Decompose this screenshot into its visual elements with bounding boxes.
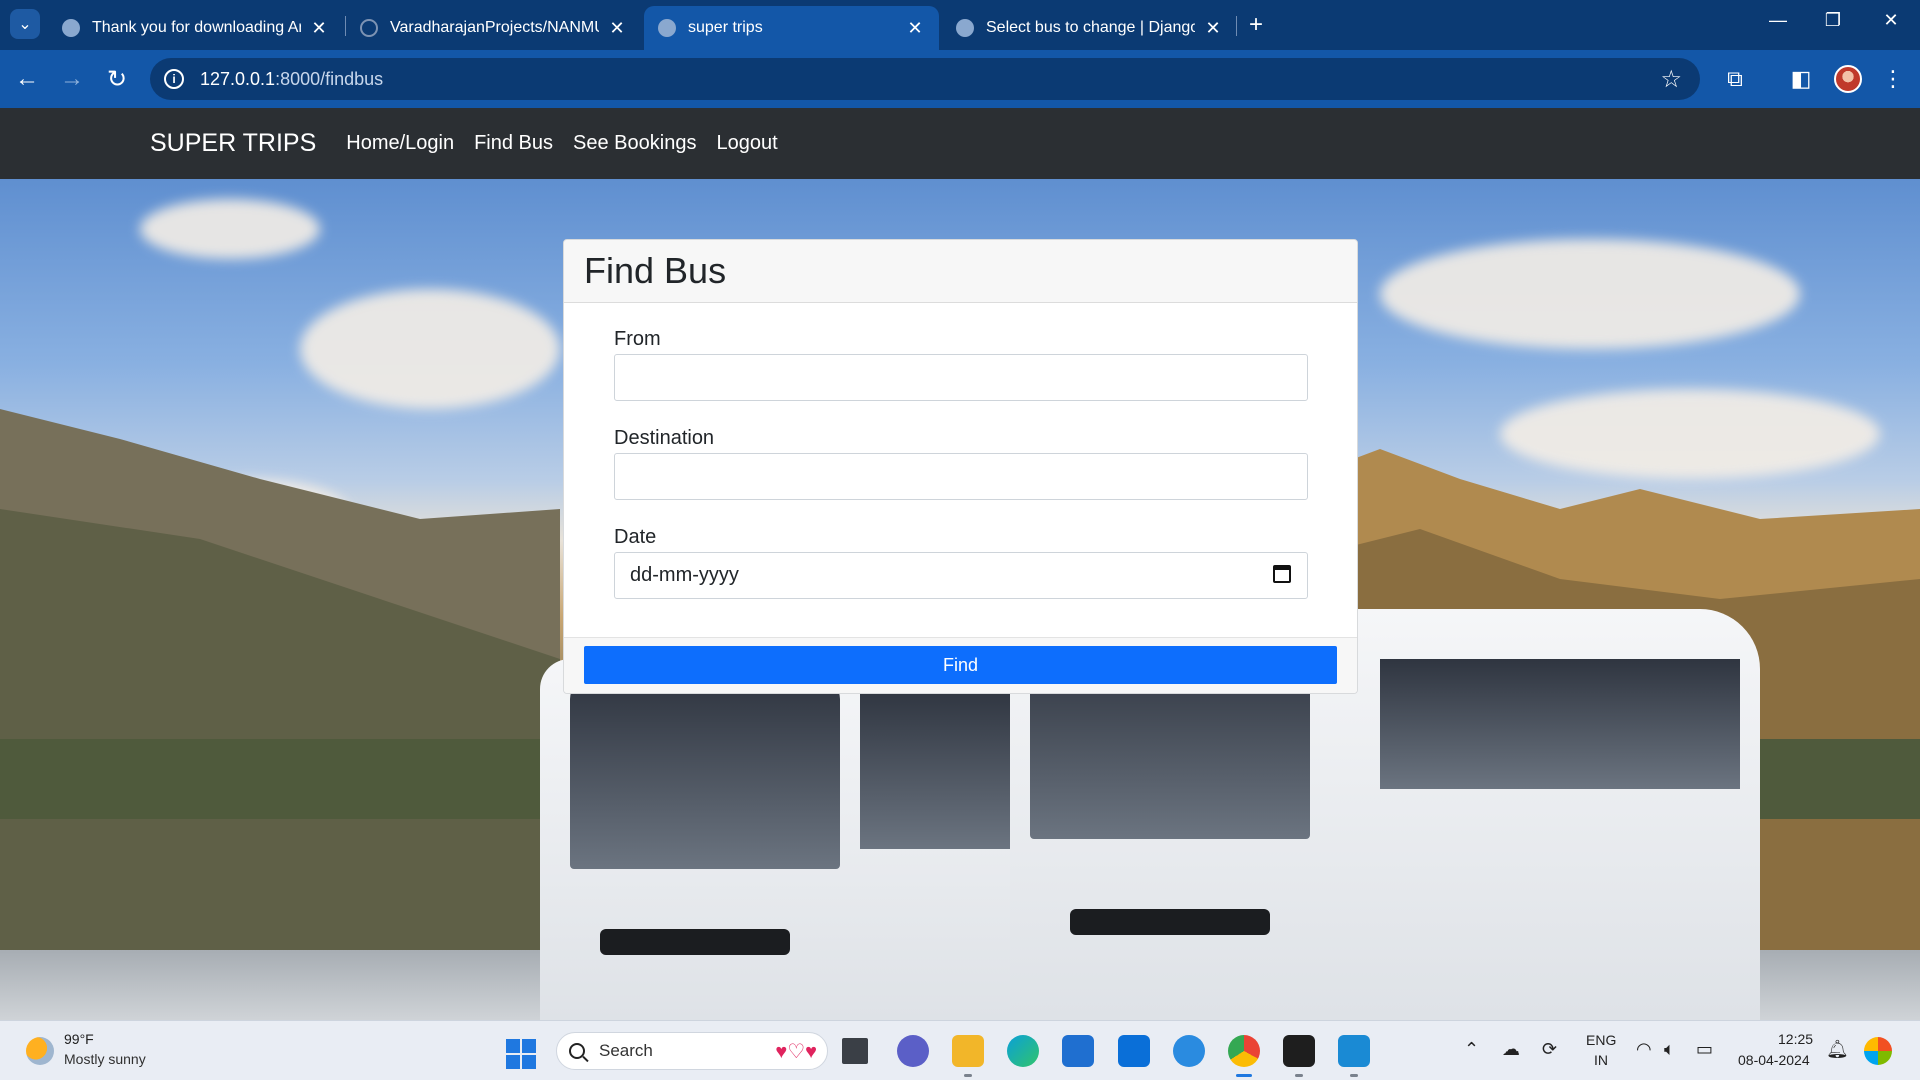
- nav-link-find-bus[interactable]: Find Bus: [474, 132, 553, 155]
- github-icon: [360, 19, 378, 37]
- site-brand[interactable]: SUPER TRIPS: [150, 129, 316, 158]
- find-bus-form: Find Bus From Destination Date dd-mm-yyy…: [563, 239, 1358, 694]
- notification-bell-icon[interactable]: 🔔︎: [1826, 1039, 1849, 1060]
- url-text: 127.0.0.1:8000/findbus: [200, 69, 383, 90]
- card-footer: Find: [564, 637, 1357, 693]
- battery-icon[interactable]: ▭: [1696, 1039, 1713, 1060]
- tray-overflow-chevron-icon[interactable]: ⌃: [1464, 1039, 1479, 1060]
- site-info-icon[interactable]: i: [164, 69, 184, 89]
- minimize-icon[interactable]: —: [1758, 10, 1798, 31]
- side-panel-icon[interactable]: ◧: [1786, 64, 1816, 94]
- taskbar-search[interactable]: Search ♥♡♥: [556, 1032, 828, 1070]
- clock-time[interactable]: 12:25: [1778, 1031, 1813, 1047]
- nav-link-logout[interactable]: Logout: [716, 132, 777, 155]
- find-button[interactable]: Find: [584, 646, 1337, 684]
- globe-icon: [62, 19, 80, 37]
- tab-divider: [1236, 16, 1237, 36]
- myhp-icon[interactable]: [1118, 1035, 1150, 1067]
- language-indicator[interactable]: ENG: [1586, 1032, 1616, 1048]
- close-icon[interactable]: ✕: [1203, 18, 1223, 39]
- browser-tab-4[interactable]: Select bus to change | Django s ✕: [942, 6, 1237, 50]
- bus-grill: [600, 929, 790, 955]
- address-bar[interactable]: i 127.0.0.1:8000/findbus ☆: [150, 58, 1700, 100]
- new-tab-plus-icon[interactable]: +: [1242, 11, 1270, 39]
- onedrive-cloud-icon[interactable]: ☁: [1502, 1039, 1520, 1060]
- date-input[interactable]: dd-mm-yyyy: [614, 552, 1308, 599]
- bus-image-left: [540, 659, 1060, 1020]
- destination-label: Destination: [614, 427, 715, 449]
- search-label: Search: [599, 1041, 653, 1060]
- copilot-icon[interactable]: [1864, 1037, 1892, 1065]
- teams-chat-icon[interactable]: [897, 1035, 929, 1067]
- date-placeholder: dd-mm-yyyy: [630, 564, 739, 586]
- close-icon[interactable]: ✕: [607, 18, 627, 39]
- from-input[interactable]: [614, 354, 1308, 401]
- url-path: :8000/findbus: [275, 68, 384, 89]
- browser-tab-strip: ⌄ Thank you for downloading Any ✕ Varadh…: [0, 0, 1920, 50]
- from-label: From: [614, 328, 661, 350]
- volume-icon[interactable]: 🔈︎: [1664, 1039, 1675, 1060]
- tab-title: super trips: [688, 19, 763, 36]
- running-indicator: [1350, 1074, 1358, 1077]
- wifi-icon[interactable]: ◠: [1636, 1039, 1652, 1060]
- site-navbar: SUPER TRIPS Home/Login Find Bus See Book…: [0, 108, 1920, 179]
- search-icon: [569, 1043, 585, 1059]
- extensions-icon[interactable]: ⧉: [1720, 64, 1750, 94]
- clock-date[interactable]: 08-04-2024: [1738, 1052, 1810, 1068]
- restore-icon[interactable]: ❐: [1813, 10, 1853, 31]
- globe-icon: [956, 19, 974, 37]
- close-icon[interactable]: ✕: [309, 18, 329, 39]
- profile-avatar[interactable]: [1834, 65, 1862, 93]
- tab-title: Thank you for downloading Any: [92, 19, 301, 36]
- form-title: Find Bus: [584, 250, 727, 291]
- sync-icon[interactable]: ⟳: [1542, 1039, 1557, 1060]
- search-highlight-hearts-icon: ♥♡♥: [775, 1040, 817, 1063]
- edge-browser-icon[interactable]: [1007, 1035, 1039, 1067]
- file-explorer-icon[interactable]: [952, 1035, 984, 1067]
- microsoft-store-icon[interactable]: [1062, 1035, 1094, 1067]
- browser-tab-1[interactable]: Thank you for downloading Any ✕: [48, 6, 343, 50]
- reload-icon[interactable]: ↻: [102, 64, 132, 94]
- destination-input[interactable]: [614, 453, 1308, 500]
- browser-toolbar: ← → ↻ i 127.0.0.1:8000/findbus ☆ ⧉ ◧ ⋮: [0, 50, 1920, 108]
- weather-temperature[interactable]: 99°F: [64, 1031, 94, 1047]
- globe-icon: [658, 19, 676, 37]
- chrome-icon[interactable]: [1228, 1035, 1260, 1067]
- tab-search-chevron-icon[interactable]: ⌄: [10, 9, 40, 39]
- calendar-icon[interactable]: [1273, 565, 1291, 583]
- weather-description[interactable]: Mostly sunny: [64, 1051, 146, 1067]
- tab-title: VaradharajanProjects/NANMUD: [390, 19, 599, 36]
- tab-title: Select bus to change | Django s: [986, 19, 1195, 36]
- window-close-icon[interactable]: ✕: [1871, 10, 1911, 31]
- browser-tab-2[interactable]: VaradharajanProjects/NANMUD ✕: [346, 6, 641, 50]
- terminal-icon[interactable]: [1283, 1035, 1315, 1067]
- weather-sun-icon[interactable]: [26, 1037, 54, 1065]
- running-indicator: [964, 1074, 972, 1077]
- bus-windshield: [570, 679, 840, 869]
- bus-side-window: [1380, 659, 1740, 789]
- url-host: 127.0.0.1: [200, 68, 276, 89]
- browser-tab-3-active[interactable]: super trips ✕: [644, 6, 939, 50]
- back-arrow-icon[interactable]: ←: [12, 64, 42, 94]
- language-region[interactable]: IN: [1594, 1052, 1608, 1068]
- forward-arrow-icon[interactable]: →: [57, 64, 87, 94]
- windows-start-icon[interactable]: [506, 1039, 536, 1069]
- menu-kebab-icon[interactable]: ⋮: [1878, 64, 1908, 94]
- bookmark-star-icon[interactable]: ☆: [1660, 65, 1682, 94]
- card-body: From Destination Date dd-mm-yyyy: [564, 303, 1357, 637]
- bus-grill: [1070, 909, 1270, 935]
- help-icon[interactable]: [1173, 1035, 1205, 1067]
- card-header: Find Bus: [564, 240, 1357, 303]
- running-indicator: [1295, 1074, 1303, 1077]
- date-label: Date: [614, 526, 657, 548]
- windows-taskbar: 99°F Mostly sunny Search ♥♡♥ ⌃ ☁ ⟳ ENG I…: [0, 1020, 1920, 1080]
- running-indicator-active: [1236, 1074, 1252, 1077]
- close-icon[interactable]: ✕: [905, 18, 925, 39]
- nav-link-see-bookings[interactable]: See Bookings: [573, 132, 696, 155]
- nav-link-home-login[interactable]: Home/Login: [346, 132, 454, 155]
- task-view-icon[interactable]: [842, 1038, 868, 1064]
- vscode-icon[interactable]: [1338, 1035, 1370, 1067]
